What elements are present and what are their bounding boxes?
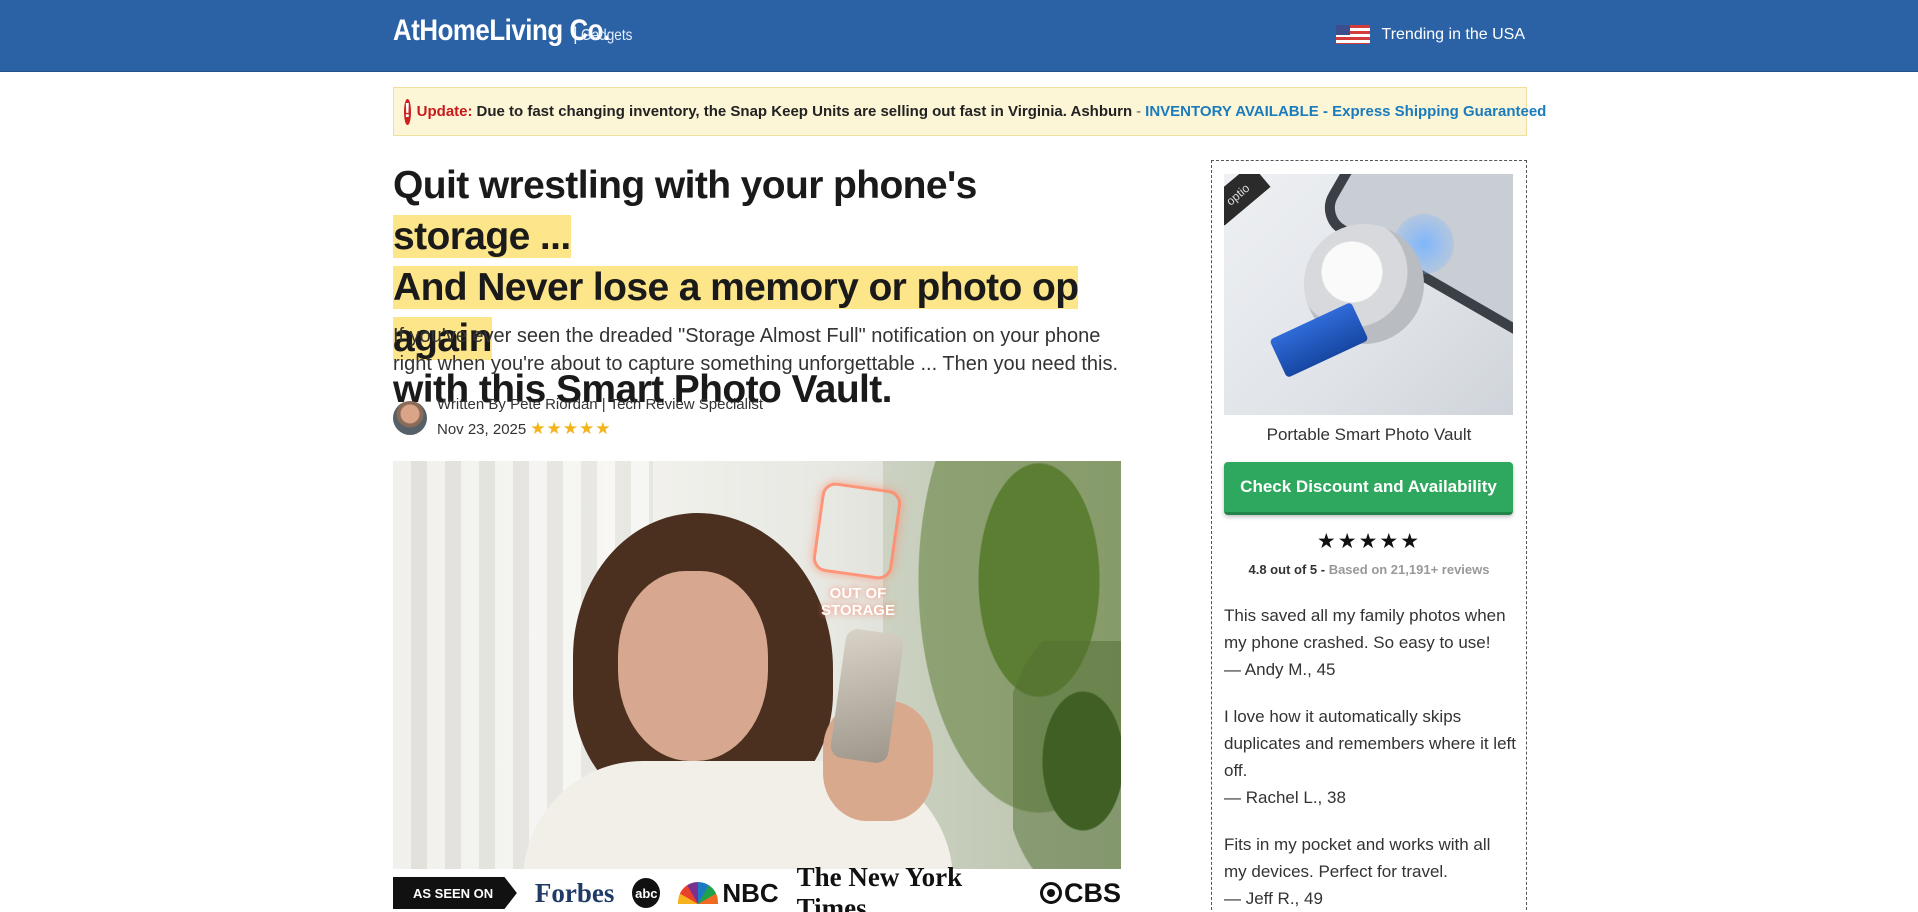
- rating-summary: 4.8 out of 5 - Based on 21,191+ reviews: [1212, 562, 1526, 577]
- cbs-logo-text: CBS: [1063, 877, 1121, 908]
- cbs-logo: CBS: [1039, 877, 1121, 909]
- testimonial-author: — Andy M., 45: [1224, 660, 1336, 679]
- testimonial-author: — Rachel L., 38: [1224, 788, 1346, 807]
- author-line: Written By Pete Riordan | Tech Review Sp…: [437, 396, 763, 413]
- as-seen-on-bar: AS SEEN ON Forbes abc NBC The New York T…: [393, 862, 1121, 912]
- headline-highlight1: storage ...: [393, 215, 571, 258]
- cbs-eye-icon: [1039, 882, 1062, 904]
- author-byline: Written By Pete Riordan | Tech Review Sp…: [393, 393, 763, 442]
- author-avatar: [393, 400, 427, 435]
- testimonial-item: I love how it automatically skips duplic…: [1224, 703, 1516, 811]
- publish-date: Nov 23, 2025: [437, 421, 527, 438]
- hero-image: OUT OF STORAGE: [393, 461, 1121, 869]
- headline-part1: Quit wrestling with your phone's: [393, 164, 977, 207]
- testimonial-text: Fits in my pocket and works with all my …: [1224, 835, 1491, 881]
- alert-label: Update:: [416, 103, 473, 120]
- rating-score: 4.8 out of 5 -: [1248, 562, 1326, 577]
- testimonials-list: This saved all my family photos when my …: [1224, 602, 1516, 912]
- trending-indicator: Trending in the USA: [1335, 25, 1525, 44]
- as-seen-on-label: AS SEEN ON: [393, 877, 517, 909]
- article-subhead: If you've ever seen the dreaded "Storage…: [393, 325, 1119, 375]
- nbc-logo-text: NBC: [722, 877, 779, 908]
- brand-name: AtHomeLiving Co.: [393, 14, 610, 47]
- trending-text: Trending in the USA: [1381, 25, 1525, 43]
- testimonial-item: Fits in my pocket and works with all my …: [1224, 831, 1516, 912]
- testimonial-item: This saved all my family photos when my …: [1224, 602, 1516, 683]
- corner-tag: optio: [1224, 174, 1271, 226]
- inventory-alert: ! Update: Due to fast changing inventory…: [393, 87, 1546, 136]
- inventory-link[interactable]: INVENTORY AVAILABLE - Express Shipping G…: [1145, 103, 1546, 120]
- testimonial-author: — Jeff R., 49: [1224, 889, 1323, 908]
- hero-overlay-text: OUT OF STORAGE: [821, 585, 895, 619]
- check-discount-button[interactable]: Check Discount and Availability: [1224, 462, 1513, 515]
- product-rating-stars: ★★★★★: [1316, 530, 1422, 553]
- us-flag-icon: [1335, 25, 1370, 44]
- rating-stars: ★★★★★: [530, 419, 612, 438]
- peacock-icon: [678, 882, 719, 904]
- nbc-logo: NBC: [678, 877, 779, 909]
- abc-logo: abc: [632, 878, 661, 908]
- forbes-logo: Forbes: [534, 877, 615, 908]
- exclamation-icon: !: [404, 98, 411, 125]
- nyt-logo: The New York Times: [796, 862, 963, 912]
- storage-warning-icon: [811, 480, 903, 582]
- product-sidebar: optio Portable Smart Photo Vault Check D…: [1211, 160, 1527, 912]
- rating-count: Based on 21,191+ reviews: [1328, 562, 1490, 577]
- testimonial-text: This saved all my family photos when my …: [1224, 606, 1506, 652]
- site-header: AtHomeLiving Co. | Gadgets Trending in t…: [0, 0, 1918, 72]
- alert-dash: -: [1136, 103, 1142, 120]
- product-image[interactable]: optio: [1224, 174, 1513, 415]
- product-title: Portable Smart Photo Vault: [1266, 425, 1472, 444]
- testimonial-text: I love how it automatically skips duplic…: [1224, 707, 1516, 780]
- brand-logo[interactable]: AtHomeLiving Co. | Gadgets: [393, 14, 641, 58]
- brand-category: Gadgets: [580, 27, 633, 44]
- alert-text: Due to fast changing inventory, the Snap…: [476, 103, 1133, 120]
